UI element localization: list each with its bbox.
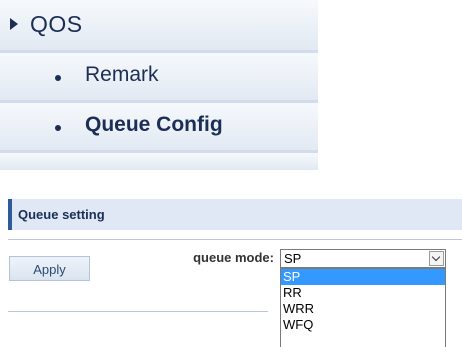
option-wrr[interactable]: WRR bbox=[281, 301, 445, 317]
arrow-right-icon bbox=[10, 18, 18, 30]
sidebar-menu: QOS Remark Queue Config bbox=[0, 0, 318, 170]
select-dropdown-button[interactable] bbox=[429, 251, 444, 266]
queue-mode-select[interactable]: SP bbox=[280, 249, 446, 268]
bullet-icon bbox=[55, 125, 61, 131]
divider bbox=[8, 239, 462, 240]
select-value: SP bbox=[284, 251, 302, 266]
menu-section-qos[interactable]: QOS bbox=[0, 0, 318, 53]
option-wfq[interactable]: WFQ bbox=[281, 317, 445, 333]
panel-header: Queue setting bbox=[8, 199, 462, 230]
bullet-icon bbox=[55, 75, 61, 81]
option-sp[interactable]: SP bbox=[281, 269, 445, 285]
queue-mode-label: queue mode: bbox=[193, 250, 274, 265]
menu-section-label: QOS bbox=[30, 11, 83, 37]
menu-item-label: Queue Config bbox=[85, 113, 223, 136]
menu-item-queue-config[interactable]: Queue Config bbox=[0, 103, 318, 153]
divider bbox=[8, 311, 268, 312]
apply-button[interactable]: Apply bbox=[9, 256, 90, 281]
menu-item-partial bbox=[0, 153, 318, 170]
queue-mode-options: SP RR WRR WFQ bbox=[280, 268, 446, 347]
option-rr[interactable]: RR bbox=[281, 285, 445, 301]
chevron-down-icon bbox=[431, 252, 441, 262]
menu-item-remark[interactable]: Remark bbox=[0, 53, 318, 103]
panel-title: Queue setting bbox=[18, 207, 105, 222]
menu-item-label: Remark bbox=[85, 63, 159, 86]
